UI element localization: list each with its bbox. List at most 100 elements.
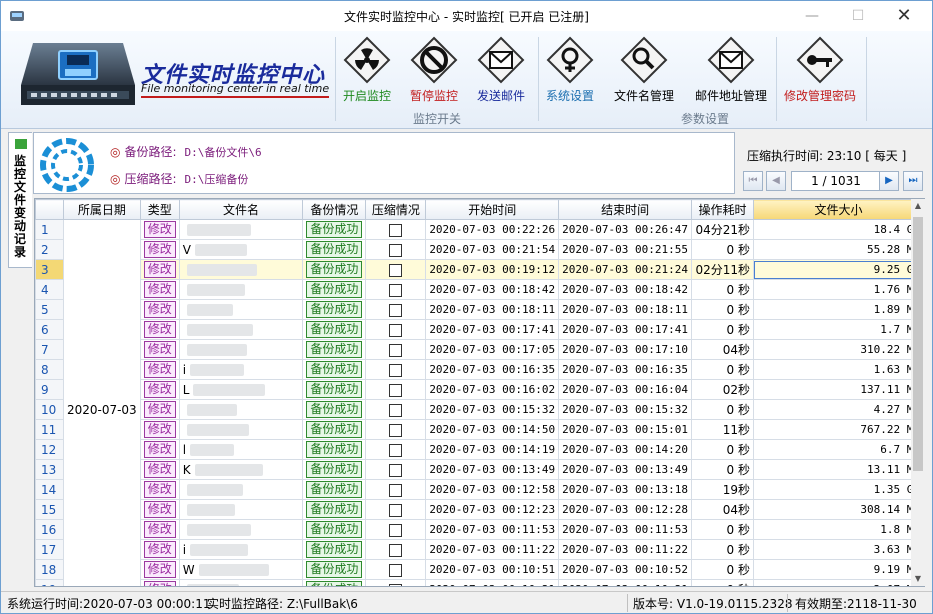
table-row[interactable]: 13 修改 K 备份成功 2020-07-03 00:13:49 2020-07-03 0… — [35, 459, 924, 480]
table-row[interactable]: 18 修改 W 备份成功 2020-07-03 00:10:51 2020-07-03 0… — [35, 559, 924, 580]
table-row[interactable]: 14 修改 备份成功 2020-07-03 00:12:58 2020-07-03 00… — [35, 479, 924, 500]
filename-cell[interactable] — [178, 299, 304, 320]
table-row[interactable]: 9 修改 L 备份成功 2020-07-03 00:16:02 2020-07-03 00… — [35, 379, 924, 400]
system-settings-button[interactable]: 系统设置 — [544, 36, 596, 106]
table-row[interactable]: 7 修改 备份成功 2020-07-03 00:17:05 2020-07-03 00:… — [35, 339, 924, 360]
file-size-cell[interactable]: 1.7 MB — [752, 319, 924, 340]
scroll-up-icon[interactable]: ▲ — [911, 199, 925, 213]
table-row[interactable]: 4 修改 备份成功 2020-07-03 00:18:42 2020-07-03 00:… — [35, 279, 924, 300]
start-monitor-button[interactable]: 开启监控 — [341, 36, 393, 106]
table-row[interactable]: 8 修改 i 备份成功 2020-07-03 00:16:35 2020-07-03 00… — [35, 359, 924, 380]
file-size-cell[interactable]: 6.7 MB — [752, 439, 924, 460]
last-page-button[interactable]: ⏭ — [903, 171, 923, 191]
compress-status-cell[interactable] — [365, 259, 427, 280]
col-header-type[interactable]: 类型 — [139, 199, 180, 220]
col-header-filename[interactable]: 文件名 — [178, 199, 304, 220]
filename-cell[interactable] — [178, 319, 304, 340]
compress-checkbox[interactable] — [389, 483, 403, 497]
file-size-cell[interactable]: 55.28 MB — [752, 239, 924, 260]
scroll-thumb[interactable] — [913, 217, 923, 471]
filename-cell[interactable] — [178, 499, 304, 520]
file-size-cell[interactable]: 9.19 MB — [752, 559, 924, 580]
compress-checkbox[interactable] — [389, 403, 403, 417]
compress-status-cell[interactable] — [365, 579, 427, 586]
prev-page-button[interactable]: ◀ — [766, 171, 786, 191]
file-size-cell[interactable]: 13.11 MB — [752, 459, 924, 480]
compress-status-cell[interactable] — [365, 219, 427, 240]
filename-cell[interactable]: W — [178, 559, 304, 580]
table-row[interactable]: 17 修改 i 备份成功 2020-07-03 00:11:22 2020-07-03 0… — [35, 539, 924, 560]
pause-monitor-button[interactable]: 暂停监控 — [408, 36, 460, 106]
compress-status-cell[interactable] — [365, 439, 427, 460]
compress-checkbox[interactable] — [389, 223, 403, 237]
filename-cell[interactable]: K — [178, 459, 304, 480]
file-size-cell[interactable]: 1.63 MB — [752, 359, 924, 380]
table-row[interactable]: 6 修改 备份成功 2020-07-03 00:17:41 2020-07-03 00:… — [35, 319, 924, 340]
compress-checkbox[interactable] — [389, 263, 403, 277]
compress-checkbox[interactable] — [389, 443, 403, 457]
compress-status-cell[interactable] — [365, 499, 427, 520]
file-size-cell[interactable]: 18.4 GB — [752, 219, 924, 240]
table-row[interactable]: 11 修改 备份成功 2020-07-03 00:14:50 2020-07-03 00… — [35, 419, 924, 440]
filename-cell[interactable] — [178, 259, 304, 280]
filename-cell[interactable] — [178, 519, 304, 540]
compress-checkbox[interactable] — [389, 363, 403, 377]
change-password-button[interactable]: 修改管理密码 — [782, 36, 858, 106]
maximize-button[interactable]: ☐ — [835, 1, 881, 31]
tab-file-change-records[interactable]: 监控文件变动记录 — [8, 132, 32, 268]
file-size-cell[interactable]: 767.22 MB — [752, 419, 924, 440]
filename-cell[interactable] — [178, 579, 304, 586]
filename-cell[interactable] — [178, 279, 304, 300]
table-row[interactable]: 12 修改 l 备份成功 2020-07-03 00:14:19 2020-07-03 0… — [35, 439, 924, 460]
compress-status-cell[interactable] — [365, 459, 427, 480]
compress-checkbox[interactable] — [389, 383, 403, 397]
col-header-start-time[interactable]: 开始时间 — [425, 199, 560, 220]
compress-status-cell[interactable] — [365, 419, 427, 440]
compress-status-cell[interactable] — [365, 239, 427, 260]
compress-checkbox[interactable] — [389, 283, 403, 297]
compress-status-cell[interactable] — [365, 299, 427, 320]
file-size-cell[interactable]: 137.11 MB — [752, 379, 924, 400]
table-row[interactable]: 16 修改 备份成功 2020-07-03 00:11:53 2020-07-03 00… — [35, 519, 924, 540]
file-size-cell[interactable]: 4.27 MB — [752, 399, 924, 420]
compress-checkbox[interactable] — [389, 563, 403, 577]
filename-cell[interactable]: V — [178, 239, 304, 260]
compress-checkbox[interactable] — [389, 543, 403, 557]
compress-checkbox[interactable] — [389, 423, 403, 437]
col-header-end-time[interactable]: 结束时间 — [558, 199, 692, 220]
send-mail-button[interactable]: 发送邮件 — [475, 36, 527, 106]
compress-checkbox[interactable] — [389, 503, 403, 517]
file-size-cell[interactable]: 3.63 MB — [752, 539, 924, 560]
compress-checkbox[interactable] — [389, 343, 403, 357]
file-size-cell[interactable]: 310.22 MB — [752, 339, 924, 360]
first-page-button[interactable]: ⏮ — [743, 171, 763, 191]
compress-status-cell[interactable] — [365, 479, 427, 500]
filename-cell[interactable] — [178, 419, 304, 440]
page-input[interactable]: 1 / 1031 — [791, 171, 881, 191]
filename-cell[interactable]: L — [178, 379, 304, 400]
minimize-button[interactable]: — — [789, 1, 835, 31]
filename-cell[interactable]: i — [178, 539, 304, 560]
compress-checkbox[interactable] — [389, 463, 403, 477]
table-row[interactable]: 1 2020-07-03 修改 备份成功 2020-07-03 00:22:26 2020… — [35, 219, 924, 586]
compress-checkbox[interactable] — [389, 303, 403, 317]
next-page-button[interactable]: ▶ — [879, 171, 899, 191]
compress-checkbox[interactable] — [389, 583, 403, 586]
table-row[interactable]: 10 修改 备份成功 2020-07-03 00:15:32 2020-07-03 00… — [35, 399, 924, 420]
col-header-file-size[interactable]: 文件大小 — [752, 199, 924, 220]
table-row[interactable]: 19 修改 备份成功 2020-07-03 00:10:21 2020-07-03 00… — [35, 579, 924, 586]
col-header-backup[interactable]: 备份情况 — [302, 199, 367, 220]
table-row[interactable]: 15 修改 备份成功 2020-07-03 00:12:23 2020-07-03 00… — [35, 499, 924, 520]
filename-cell[interactable] — [178, 339, 304, 360]
compress-status-cell[interactable] — [365, 559, 427, 580]
compress-status-cell[interactable] — [365, 359, 427, 380]
table-row[interactable]: 3 修改 备份成功 2020-07-03 00:19:12 2020-07-03 00:… — [35, 259, 924, 280]
compress-status-cell[interactable] — [365, 539, 427, 560]
mail-address-manage-button[interactable]: 邮件地址管理 — [691, 36, 771, 106]
filename-cell[interactable] — [178, 219, 304, 240]
filename-cell[interactable] — [178, 479, 304, 500]
file-size-cell[interactable]: 2.07 MB — [752, 579, 924, 586]
file-size-cell[interactable]: 9.25 GB — [752, 259, 924, 280]
col-header-compress[interactable]: 压缩情况 — [365, 199, 427, 220]
filename-manage-button[interactable]: 文件名管理 — [612, 36, 676, 106]
